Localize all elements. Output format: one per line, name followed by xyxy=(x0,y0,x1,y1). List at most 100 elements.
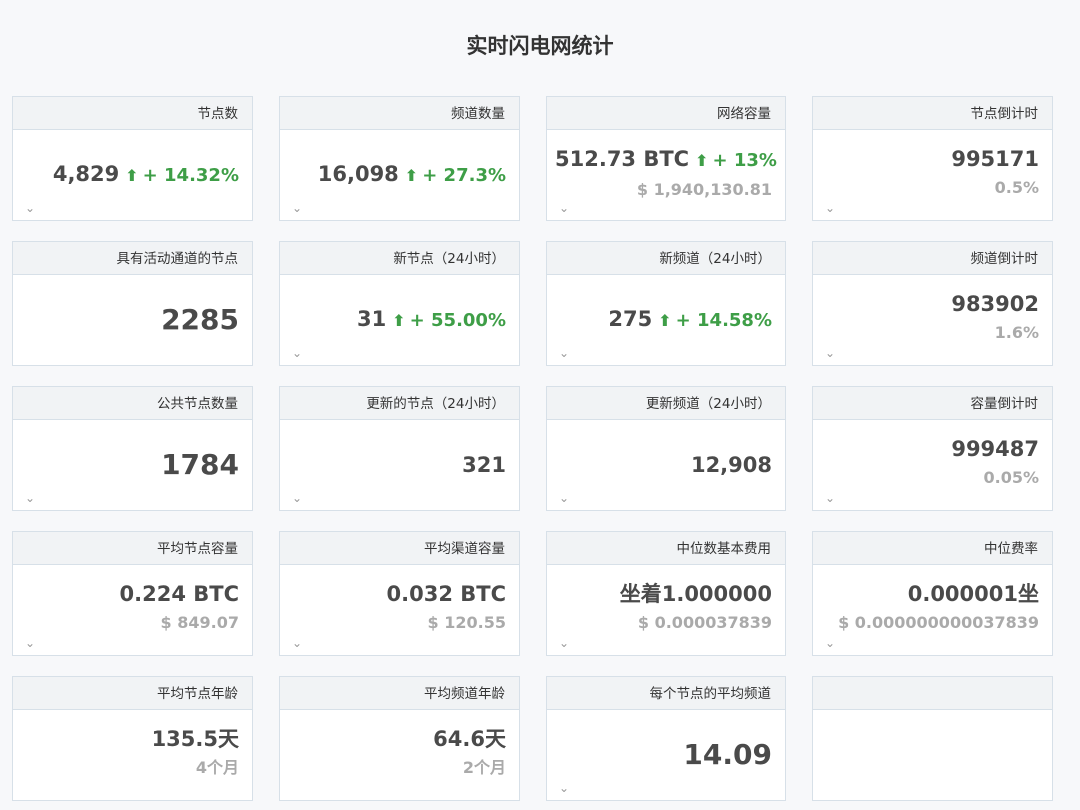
stat-value: 坐着1.000000 xyxy=(619,582,772,606)
stat-change: ⬆ + 55.00% xyxy=(392,310,506,331)
stat-subvalue: $ 849.07 xyxy=(160,613,239,632)
stat-value-line: 1784 xyxy=(161,451,239,479)
chevron-down-icon[interactable]: ⌄ xyxy=(292,347,302,359)
stat-card-body: 14.09 xyxy=(547,710,785,800)
chevron-down-icon[interactable]: ⌄ xyxy=(292,202,302,214)
chevron-down-icon[interactable]: ⌄ xyxy=(292,492,302,504)
stat-value: 0.224 BTC xyxy=(119,582,239,606)
stat-card-content: 坐着1.000000 $ 0.000037839 xyxy=(555,580,772,634)
stat-card: 节点倒计时 995171 0.5% ⌄ xyxy=(812,96,1053,221)
stat-card-title: 平均节点容量 xyxy=(13,532,252,565)
stat-subvalue: 0.5% xyxy=(994,178,1039,197)
stat-value-line: 0.000001坐 xyxy=(821,580,1039,608)
stat-card-content: 995171 0.5% xyxy=(821,145,1039,199)
chevron-down-icon[interactable]: ⌄ xyxy=(825,202,835,214)
chevron-down-icon[interactable]: ⌄ xyxy=(559,347,569,359)
stat-card-content: 1784 xyxy=(161,451,239,479)
stat-value-line: 2285 xyxy=(161,306,239,334)
stat-change: ⬆ + 14.32% xyxy=(125,165,239,186)
stat-card-body: 12,908 xyxy=(547,420,785,510)
chevron-down-icon[interactable]: ⌄ xyxy=(825,637,835,649)
stat-card-body: 0.032 BTC $ 120.55 xyxy=(280,565,519,655)
stat-card-title: 具有活动通道的节点 xyxy=(13,242,252,275)
stat-card: 频道数量 16,098 ⬆ + 27.3% ⌄ xyxy=(279,96,520,221)
stat-value: 999487 xyxy=(951,437,1039,461)
chevron-down-icon[interactable]: ⌄ xyxy=(559,492,569,504)
stat-value-line: 31 ⬆ + 55.00% xyxy=(357,305,506,335)
stat-card: 具有活动通道的节点 2285 xyxy=(12,241,253,366)
stat-card-body: 321 xyxy=(280,420,519,510)
stat-card-title: 节点数 xyxy=(13,97,252,130)
chevron-down-icon[interactable]: ⌄ xyxy=(25,637,35,649)
stat-card-body: 1784 xyxy=(13,420,252,510)
stat-change-percent: + 27.3% xyxy=(422,165,506,186)
stat-value-line: 16,098 ⬆ + 27.3% xyxy=(318,160,506,190)
stat-card: 频道倒计时 983902 1.6% ⌄ xyxy=(812,241,1053,366)
stat-card-content: 321 xyxy=(462,451,506,479)
stat-card-content: 135.5天 4个月 xyxy=(21,725,239,779)
stat-card: 平均节点年龄 135.5天 4个月 xyxy=(12,676,253,801)
stat-change: ⬆ + 14.58% xyxy=(658,310,772,331)
stat-change: ⬆ + 13% xyxy=(695,150,777,171)
stat-value-line: 275 ⬆ + 14.58% xyxy=(608,305,772,335)
stat-value-line: 坐着1.000000 xyxy=(555,580,772,608)
stat-card-title: 公共节点数量 xyxy=(13,387,252,420)
stat-card-body: 2285 xyxy=(13,275,252,365)
stat-card-content: 999487 0.05% xyxy=(821,435,1039,489)
stat-value-line: 0.224 BTC xyxy=(21,580,239,608)
stat-change-percent: + 14.32% xyxy=(142,165,239,186)
stat-subvalue: 0.05% xyxy=(983,468,1039,487)
stat-value-line: 983902 xyxy=(821,290,1039,318)
stat-value: 0.032 BTC xyxy=(386,582,506,606)
stat-change: ⬆ + 27.3% xyxy=(405,165,506,186)
stat-value-line: 135.5天 xyxy=(21,725,239,753)
stat-card: 中位费率 0.000001坐 $ 0.000000000037839 ⌄ xyxy=(812,531,1053,656)
chevron-down-icon[interactable]: ⌄ xyxy=(25,202,35,214)
chevron-down-icon[interactable]: ⌄ xyxy=(825,347,835,359)
stat-card: 平均渠道容量 0.032 BTC $ 120.55 ⌄ xyxy=(279,531,520,656)
arrow-up-icon: ⬆ xyxy=(404,166,419,185)
stat-card-body: 0.000001坐 $ 0.000000000037839 xyxy=(813,565,1052,655)
stat-value-line: 995171 xyxy=(821,145,1039,173)
stat-card-content: 14.09 xyxy=(683,741,772,769)
chevron-down-icon[interactable]: ⌄ xyxy=(25,492,35,504)
page-title: 实时闪电网统计 xyxy=(466,34,614,58)
stat-card: 新频道（24小时） 275 ⬆ + 14.58% ⌄ xyxy=(546,241,786,366)
stat-subvalue: $ 0.000037839 xyxy=(637,613,772,632)
chevron-down-icon[interactable]: ⌄ xyxy=(559,637,569,649)
stat-card: 更新频道（24小时） 12,908 ⌄ xyxy=(546,386,786,511)
stat-card-title: 更新频道（24小时） xyxy=(547,387,785,420)
stat-card-content: 983902 1.6% xyxy=(821,290,1039,344)
chevron-down-icon[interactable]: ⌄ xyxy=(825,492,835,504)
stat-card-body: 31 ⬆ + 55.00% xyxy=(280,275,519,365)
stat-card-body: 64.6天 2个月 xyxy=(280,710,519,800)
stat-card-title: 平均渠道容量 xyxy=(280,532,519,565)
stat-card: 平均频道年龄 64.6天 2个月 xyxy=(279,676,520,801)
stat-change-percent: + 13% xyxy=(712,150,777,171)
stat-card: 平均节点容量 0.224 BTC $ 849.07 ⌄ xyxy=(12,531,253,656)
stat-card-title: 中位费率 xyxy=(813,532,1052,565)
stat-card-title: 容量倒计时 xyxy=(813,387,1052,420)
stat-card-body: 999487 0.05% xyxy=(813,420,1052,510)
arrow-up-icon: ⬆ xyxy=(392,311,406,330)
stat-card-title: 新频道（24小时） xyxy=(547,242,785,275)
stat-value: 321 xyxy=(462,453,506,477)
stat-card-title: 中位数基本费用 xyxy=(547,532,785,565)
stats-grid: 节点数 4,829 ⬆ + 14.32% ⌄ 频道数量 16,098 ⬆ + 27.3% ⌄ 网络容… xyxy=(12,96,1053,801)
stat-change-percent: + 55.00% xyxy=(409,310,506,331)
stat-card-body: 275 ⬆ + 14.58% xyxy=(547,275,785,365)
stat-card-content: 2285 xyxy=(161,306,239,334)
chevron-down-icon[interactable]: ⌄ xyxy=(559,782,569,794)
chevron-down-icon[interactable]: ⌄ xyxy=(559,202,569,214)
stat-value-line: 64.6天 xyxy=(288,725,506,753)
stat-value-line: 4,829 ⬆ + 14.32% xyxy=(53,160,239,190)
stat-card-title: 频道倒计时 xyxy=(813,242,1052,275)
stat-value-line: 14.09 xyxy=(683,741,772,769)
chevron-down-icon[interactable]: ⌄ xyxy=(292,637,302,649)
stat-card: 每个节点的平均频道 14.09 ⌄ xyxy=(546,676,786,801)
stat-card-body: 坐着1.000000 $ 0.000037839 xyxy=(547,565,785,655)
stat-card: 网络容量 512.73 BTC ⬆ + 13% $ 1,940,130.81 ⌄ xyxy=(546,96,786,221)
stat-value: 135.5天 xyxy=(151,727,239,751)
stat-value: 64.6天 xyxy=(433,727,506,751)
stat-card-content: 0.032 BTC $ 120.55 xyxy=(288,580,506,634)
